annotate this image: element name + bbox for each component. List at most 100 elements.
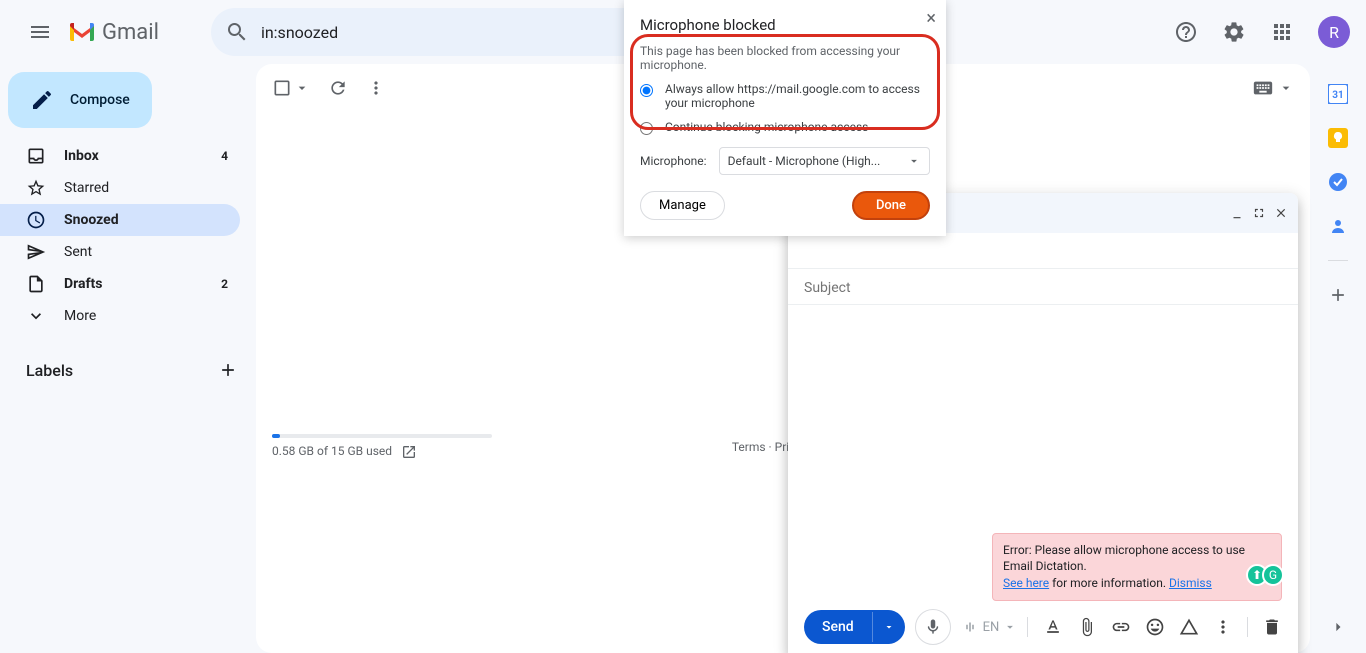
radio-allow-label: Always allow https://mail.google.com to … xyxy=(665,82,930,110)
mic-value: Default - Microphone (High... xyxy=(728,154,881,168)
done-button[interactable]: Done xyxy=(852,191,930,220)
compose-toolbar: Send EN xyxy=(788,601,1298,653)
sidebar-item-inbox[interactable]: Inbox 4 xyxy=(0,140,240,172)
nav-label: Drafts xyxy=(64,276,221,292)
sidebar-item-starred[interactable]: Starred xyxy=(0,172,240,204)
compose-window: Error: Please allow microphone access to… xyxy=(788,193,1298,653)
mic-select[interactable]: Default - Microphone (High... xyxy=(719,147,930,175)
radio-block[interactable]: Continue blocking microphone access xyxy=(640,120,930,135)
select-all-checkbox[interactable] xyxy=(272,78,310,98)
storage-text: 0.58 GB of 15 GB used xyxy=(272,444,392,458)
more-options-icon[interactable] xyxy=(1213,617,1233,637)
pencil-icon xyxy=(30,88,54,112)
clock-icon xyxy=(26,210,46,230)
radio-block-input[interactable] xyxy=(640,122,653,135)
open-external-icon[interactable] xyxy=(401,444,417,460)
dictation-mic-button[interactable] xyxy=(915,609,951,645)
sidebar-item-snoozed[interactable]: Snoozed xyxy=(0,204,240,236)
nav-count: 4 xyxy=(221,149,228,163)
minimize-icon[interactable] xyxy=(1230,206,1244,220)
subject-field[interactable] xyxy=(788,269,1298,305)
compose-button[interactable]: Compose xyxy=(8,72,152,128)
delete-draft-icon[interactable] xyxy=(1262,617,1282,637)
keyboard-icon[interactable] xyxy=(1252,77,1274,99)
radio-block-label: Continue blocking microphone access xyxy=(665,120,868,134)
attach-icon[interactable] xyxy=(1077,617,1097,637)
sidebar: Compose Inbox 4 Starred Snoozed Sent Dra… xyxy=(0,64,256,653)
nav-label: Inbox xyxy=(64,148,221,164)
apps-button[interactable] xyxy=(1262,12,1302,52)
send-options-dropdown[interactable] xyxy=(872,612,905,642)
labels-section-header: Labels xyxy=(0,350,256,390)
expand-panel-icon[interactable] xyxy=(1328,617,1348,637)
close-icon[interactable] xyxy=(1274,206,1288,220)
chevron-down-icon xyxy=(26,306,46,326)
gear-icon xyxy=(1222,20,1246,44)
manage-button[interactable]: Manage xyxy=(640,191,725,220)
nav-count: 2 xyxy=(221,277,228,291)
close-popup-icon[interactable]: × xyxy=(926,8,936,29)
permission-popup: × Microphone blocked This page has been … xyxy=(624,0,946,236)
subject-input[interactable] xyxy=(804,280,1282,296)
drive-icon[interactable] xyxy=(1179,617,1199,637)
apps-grid-icon xyxy=(1270,20,1294,44)
help-button[interactable] xyxy=(1166,12,1206,52)
keep-app-icon[interactable] xyxy=(1328,128,1348,148)
popup-title: Microphone blocked xyxy=(640,16,930,34)
dropdown-arrow-icon xyxy=(907,154,921,168)
star-icon xyxy=(26,178,46,198)
inbox-icon xyxy=(26,146,46,166)
recipients-field[interactable] xyxy=(788,233,1298,269)
radio-allow-input[interactable] xyxy=(640,84,653,97)
labels-title: Labels xyxy=(26,361,73,380)
link-icon[interactable] xyxy=(1111,617,1131,637)
see-here-link[interactable]: See here xyxy=(1003,576,1049,590)
dropdown-arrow-icon[interactable] xyxy=(1278,80,1294,96)
storage-bar xyxy=(272,434,492,438)
account-avatar[interactable]: R xyxy=(1318,16,1350,48)
sidebar-item-more[interactable]: More xyxy=(0,300,240,332)
calendar-app-icon[interactable]: 31 xyxy=(1328,84,1348,104)
main-menu-button[interactable] xyxy=(16,8,64,56)
radio-allow[interactable]: Always allow https://mail.google.com to … xyxy=(640,82,930,110)
sound-wave-icon xyxy=(961,618,979,636)
add-label-icon[interactable] xyxy=(218,360,238,380)
lang-code: EN xyxy=(983,620,1000,635)
add-addon-icon[interactable] xyxy=(1328,285,1348,305)
side-panel: 31 xyxy=(1310,64,1366,653)
error-message: Error: Please allow microphone access to… xyxy=(1003,543,1245,574)
nav-label: Sent xyxy=(64,244,228,260)
dropdown-arrow-icon xyxy=(294,80,310,96)
search-icon xyxy=(225,20,249,44)
emoji-icon[interactable] xyxy=(1145,617,1165,637)
format-text-icon[interactable] xyxy=(1043,617,1063,637)
send-label[interactable]: Send xyxy=(804,610,872,644)
gmail-logo[interactable]: Gmail xyxy=(68,20,159,45)
gmail-logo-icon xyxy=(68,21,96,43)
error-toast: Error: Please allow microphone access to… xyxy=(992,533,1282,601)
nav-label: Snoozed xyxy=(64,212,228,228)
checkbox-icon xyxy=(272,78,292,98)
send-icon xyxy=(26,242,46,262)
dismiss-link[interactable]: Dismiss xyxy=(1169,576,1212,590)
nav-label: Starred xyxy=(64,180,228,196)
contacts-app-icon[interactable] xyxy=(1328,216,1348,236)
dropdown-arrow-icon xyxy=(1003,620,1017,634)
header-actions: R xyxy=(1166,12,1350,52)
more-menu-icon[interactable] xyxy=(366,78,386,98)
error-mid: for more information. xyxy=(1049,576,1169,590)
sidebar-item-drafts[interactable]: Drafts 2 xyxy=(0,268,240,300)
refresh-icon[interactable] xyxy=(328,78,348,98)
dictation-lang-indicator[interactable]: EN xyxy=(961,618,1018,636)
help-icon xyxy=(1174,20,1198,44)
sidebar-item-sent[interactable]: Sent xyxy=(0,236,240,268)
logo-text: Gmail xyxy=(102,20,159,45)
grammarly-widget[interactable]: ⬆ G xyxy=(1246,564,1284,586)
mic-label: Microphone: xyxy=(640,154,707,168)
tasks-app-icon[interactable] xyxy=(1328,172,1348,192)
fullscreen-icon[interactable] xyxy=(1252,206,1266,220)
svg-text:31: 31 xyxy=(1332,90,1343,101)
settings-button[interactable] xyxy=(1214,12,1254,52)
send-button[interactable]: Send xyxy=(804,610,905,644)
popup-description: This page has been blocked from accessin… xyxy=(640,44,930,72)
